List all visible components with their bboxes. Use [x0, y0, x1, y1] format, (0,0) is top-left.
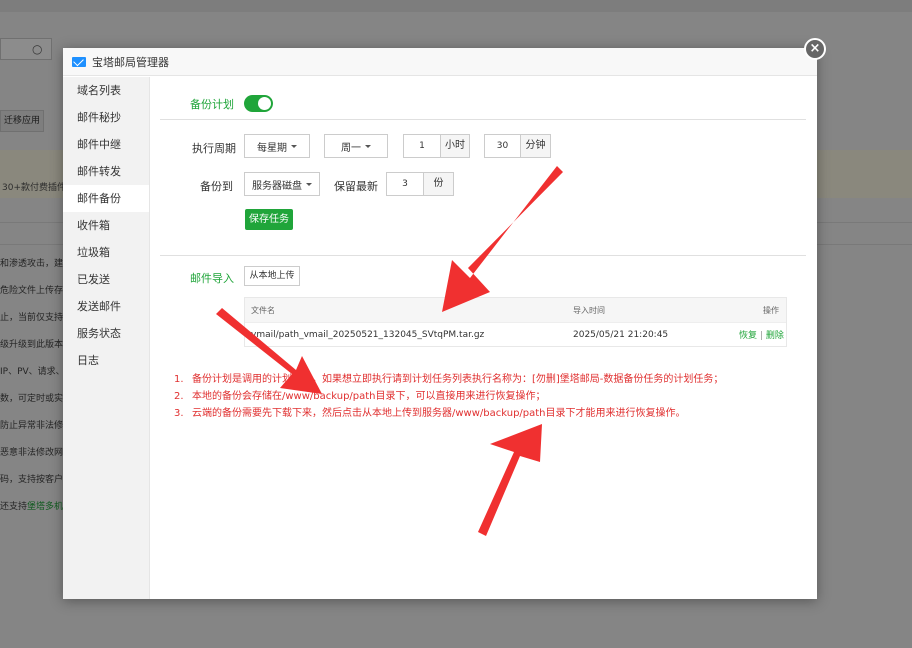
header-import-time: 导入时间 [573, 305, 605, 315]
import-table: 文件名 导入时间 操作 vmail/path_vmail_20250521_13… [244, 297, 787, 347]
minute-unit: 分钟 [520, 135, 550, 157]
keep-input-group: 3 份 [386, 172, 454, 196]
op-separator: | [759, 331, 763, 341]
minute-input[interactable]: 30 [485, 135, 520, 157]
sidebar-item-mail-backup[interactable]: 邮件备份 [63, 185, 149, 212]
table-row: vmail/path_vmail_20250521_132045_SVtqPM.… [245, 322, 786, 346]
tip-item: 2. 本地的备份会存储在/www/backup/path目录下，可以直接用来进行恢… [174, 388, 723, 405]
sidebar-item-service-status[interactable]: 服务状态 [63, 320, 149, 347]
row-import-time: 2025/05/21 21:20:45 [573, 329, 669, 340]
toggle-knob [258, 97, 271, 110]
sidebar-item-spam[interactable]: 垃圾箱 [63, 239, 149, 266]
sidebar-item-mail-bcc[interactable]: 邮件秘抄 [63, 104, 149, 131]
keep-latest-label: 保留最新 [334, 180, 378, 193]
minute-input-group: 30 分钟 [484, 134, 551, 158]
tip-number: 3. [174, 408, 184, 419]
sidebar-item-domain-list[interactable]: 域名列表 [63, 77, 149, 104]
backup-to-label: 备份到 [200, 180, 233, 193]
save-task-button[interactable]: 保存任务 [245, 209, 293, 230]
upload-local-button[interactable]: 从本地上传 [244, 266, 300, 286]
keep-input[interactable]: 3 [387, 173, 423, 195]
row-filename: vmail/path_vmail_20250521_132045_SVtqPM.… [251, 329, 485, 340]
period-select-value: 每星期 [257, 142, 287, 154]
tip-number: 2. [174, 391, 184, 402]
mail-import-label: 邮件导入 [190, 272, 234, 285]
tip-text: 云端的备份需要先下载下来，然后点击从本地上传到服务器/www/backup/pa… [192, 408, 686, 419]
mail-icon [72, 56, 86, 67]
period-label: 执行周期 [192, 142, 236, 155]
header-filename: 文件名 [251, 305, 275, 315]
period-select[interactable]: 每星期 [244, 134, 310, 158]
chevron-down-icon [306, 182, 312, 186]
keep-unit: 份 [423, 173, 453, 195]
weekday-select[interactable]: 周一 [324, 134, 388, 158]
sidebar-item-send-mail[interactable]: 发送邮件 [63, 293, 149, 320]
close-button[interactable]: × [804, 38, 826, 60]
hour-input-group: 1 小时 [403, 134, 470, 158]
tip-text: 备份计划是调用的计划任务，如果想立即执行请到计划任务列表执行名称为：[勿删]堡塔… [192, 374, 724, 385]
dialog-titlebar: 宝塔邮局管理器 [63, 48, 817, 76]
tips-list: 1. 备份计划是调用的计划任务，如果想立即执行请到计划任务列表执行名称为：[勿删]… [174, 371, 723, 422]
section-divider [160, 255, 806, 256]
weekday-select-value: 周一 [341, 142, 361, 154]
sidebar: 域名列表 邮件秘抄 邮件中继 邮件转发 邮件备份 收件箱 垃圾箱 已发送 发送邮… [63, 77, 150, 599]
sidebar-item-mail-forward[interactable]: 邮件转发 [63, 158, 149, 185]
mail-manager-dialog: 宝塔邮局管理器 域名列表 邮件秘抄 邮件中继 邮件转发 邮件备份 收件箱 垃圾箱… [63, 48, 817, 599]
chevron-down-icon [365, 144, 371, 148]
hour-input[interactable]: 1 [404, 135, 440, 157]
tip-item: 3. 云端的备份需要先下载下来，然后点击从本地上传到服务器/www/backup/… [174, 405, 723, 422]
chevron-down-icon [291, 144, 297, 148]
backup-plan-label: 备份计划 [190, 98, 234, 111]
backup-plan-toggle[interactable] [244, 95, 273, 112]
header-operation: 操作 [763, 305, 779, 315]
sidebar-item-mail-relay[interactable]: 邮件中继 [63, 131, 149, 158]
backup-to-select-value: 服务器磁盘 [252, 180, 302, 192]
dialog-title: 宝塔邮局管理器 [92, 55, 169, 69]
sidebar-item-inbox[interactable]: 收件箱 [63, 212, 149, 239]
hour-unit: 小时 [440, 135, 469, 157]
sidebar-item-logs[interactable]: 日志 [63, 347, 149, 374]
table-header: 文件名 导入时间 操作 [245, 298, 786, 322]
restore-link[interactable]: 恢复 [739, 331, 757, 341]
tip-item: 1. 备份计划是调用的计划任务，如果想立即执行请到计划任务列表执行名称为：[勿删]… [174, 371, 723, 388]
tip-number: 1. [174, 374, 184, 385]
backup-to-select[interactable]: 服务器磁盘 [244, 172, 320, 196]
tip-text: 本地的备份会存储在/www/backup/path目录下，可以直接用来进行恢复操… [192, 391, 546, 402]
section-divider [160, 119, 806, 120]
delete-link[interactable]: 删除 [766, 331, 784, 341]
sidebar-item-sent[interactable]: 已发送 [63, 266, 149, 293]
